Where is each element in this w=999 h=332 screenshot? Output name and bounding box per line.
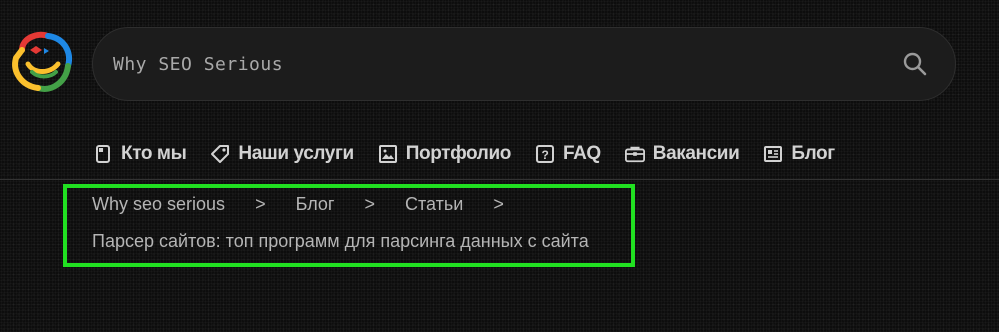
breadcrumb: Why seo serious > Блог > Статьи >: [92, 194, 534, 215]
nav-item-services[interactable]: Наши услуги: [210, 143, 354, 165]
search-input[interactable]: [113, 53, 897, 75]
nav-item-label: Вакансии: [652, 143, 740, 164]
search-bar: [92, 27, 956, 101]
breadcrumb-link-home[interactable]: Why seo serious: [92, 194, 225, 215]
nav-item-portfolio[interactable]: Портфолио: [378, 143, 511, 165]
nav-item-label: Блог: [791, 143, 835, 164]
search-icon: [903, 52, 927, 76]
site-logo[interactable]: [8, 28, 76, 96]
breadcrumb-separator: >: [364, 194, 375, 214]
breadcrumb-link-blog[interactable]: Блог: [296, 194, 335, 215]
phone-icon: [93, 144, 113, 164]
nav-item-label: FAQ: [562, 143, 601, 164]
main-nav: Кто мы Наши услуги Портфолио ? FAQ Вакан…: [93, 140, 835, 168]
briefcase-icon: [624, 144, 645, 164]
nav-item-vacancies[interactable]: Вакансии: [624, 143, 740, 165]
nav-item-label: Кто мы: [121, 143, 187, 164]
newspaper-icon: [763, 144, 783, 164]
nav-item-blog[interactable]: Блог: [763, 143, 835, 165]
question-icon: ?: [535, 144, 555, 164]
breadcrumb-separator: >: [493, 194, 504, 214]
breadcrumb-separator: >: [255, 194, 266, 214]
nav-item-faq[interactable]: ? FAQ: [535, 143, 601, 165]
nav-item-label: Наши услуги: [238, 143, 354, 164]
nav-item-about[interactable]: Кто мы: [93, 143, 187, 165]
breadcrumb-link-articles[interactable]: Статьи: [405, 194, 463, 215]
image-icon: [378, 144, 398, 164]
breadcrumb-current-page: Парсер сайтов: топ программ для парсинга…: [92, 231, 589, 251]
svg-text:?: ?: [541, 148, 548, 162]
nav-item-label: Портфолио: [405, 143, 512, 164]
search-button[interactable]: [897, 46, 933, 82]
tag-icon: [210, 144, 230, 164]
header-divider: [0, 179, 999, 180]
smiley-logo-icon: [12, 31, 72, 92]
